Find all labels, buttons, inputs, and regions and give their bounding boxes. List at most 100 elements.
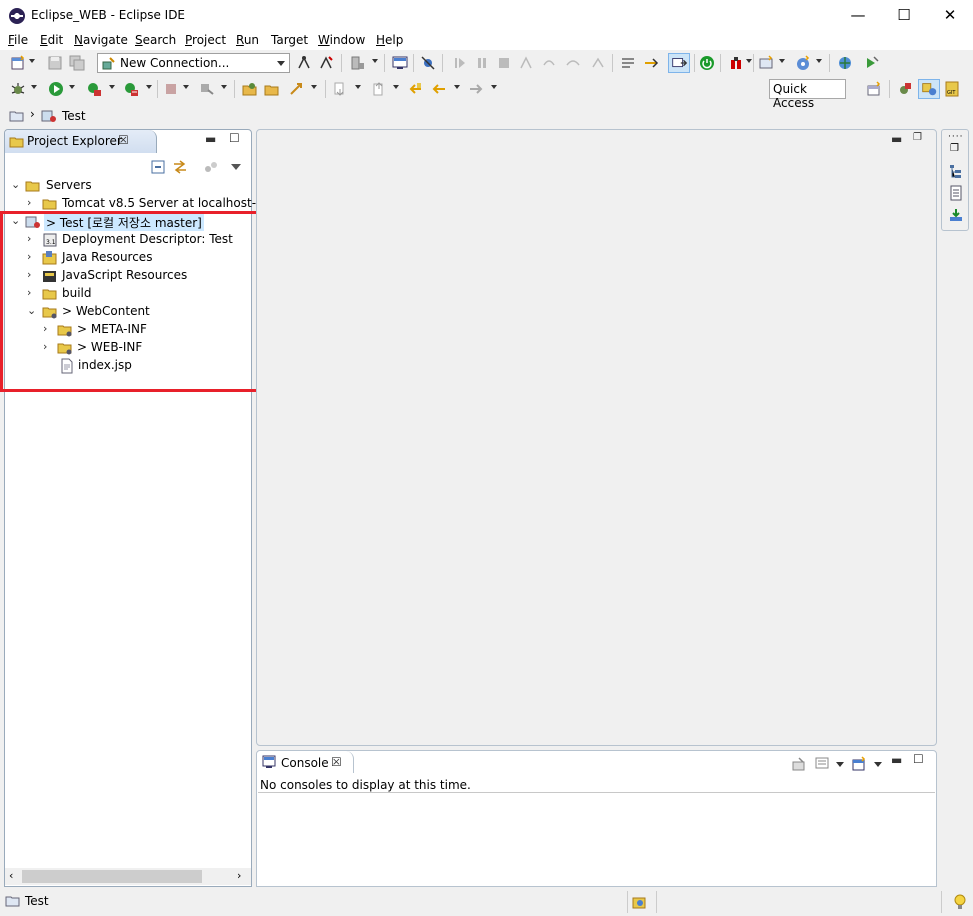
- chevron-down-icon[interactable]: [69, 85, 75, 89]
- drag-handle[interactable]: ····: [948, 132, 963, 142]
- chevron-down-icon[interactable]: [836, 762, 844, 767]
- resume-icon[interactable]: [452, 55, 468, 71]
- globe-icon[interactable]: [837, 55, 853, 71]
- close-icon[interactable]: ☒: [118, 133, 129, 147]
- download-icon[interactable]: [948, 207, 964, 223]
- debug-perspective-icon[interactable]: [896, 81, 912, 97]
- external-tools-icon[interactable]: [199, 81, 215, 97]
- pin-console-icon[interactable]: [791, 756, 807, 772]
- menu-window[interactable]: Window: [318, 33, 365, 47]
- display-console-icon[interactable]: [814, 756, 830, 772]
- launch-icon[interactable]: [288, 81, 304, 97]
- chevron-down-icon[interactable]: [746, 59, 752, 63]
- save-icon[interactable]: [47, 55, 63, 71]
- coverage-icon[interactable]: [123, 81, 139, 97]
- breadcrumb-item[interactable]: Test: [62, 109, 86, 123]
- close-button[interactable]: ✕: [927, 0, 973, 31]
- chevron-down-icon[interactable]: [779, 59, 785, 63]
- minimize-button[interactable]: —: [835, 0, 881, 31]
- open-task-icon[interactable]: [264, 81, 280, 97]
- terminate-icon[interactable]: [496, 55, 512, 71]
- step-return-icon[interactable]: [590, 55, 606, 71]
- chevron-down-icon[interactable]: [355, 85, 361, 89]
- git-staging-icon[interactable]: [632, 894, 648, 910]
- chevron-down-icon[interactable]: [393, 85, 399, 89]
- tree-item-servers[interactable]: ⌄ Servers: [5, 177, 245, 195]
- deploy-icon[interactable]: [350, 55, 366, 71]
- scroll-left-icon[interactable]: ‹: [9, 869, 13, 882]
- chevron-down-icon[interactable]: [491, 85, 497, 89]
- chevron-down-icon[interactable]: [29, 59, 35, 63]
- lightbulb-icon[interactable]: [952, 893, 968, 911]
- open-perspective-icon[interactable]: [866, 81, 882, 97]
- minimize-editor-icon[interactable]: ▬: [891, 132, 902, 146]
- chevron-down-icon[interactable]: [874, 762, 882, 767]
- stop-icon[interactable]: [163, 81, 179, 97]
- project-folder-icon[interactable]: [9, 108, 25, 124]
- outline-icon[interactable]: [948, 163, 964, 179]
- collapse-all-icon[interactable]: [150, 159, 166, 175]
- disconnect-icon[interactable]: [318, 55, 334, 71]
- step-over-icon[interactable]: [565, 55, 581, 71]
- minimize-view-icon[interactable]: ▬: [891, 753, 902, 767]
- horizontal-scrollbar[interactable]: ‹ ›: [5, 868, 251, 885]
- menu-run[interactable]: Run: [236, 33, 259, 47]
- scrollbar-thumb[interactable]: [22, 870, 202, 883]
- chevron-down-icon[interactable]: [31, 85, 37, 89]
- use-step-filters-icon[interactable]: [620, 55, 636, 71]
- chevron-right-icon[interactable]: ›: [27, 196, 37, 209]
- task-list-icon[interactable]: [948, 185, 964, 201]
- project-explorer-tab[interactable]: Project Explorer ☒: [5, 130, 157, 153]
- link-with-editor-icon[interactable]: [172, 159, 188, 175]
- restore-icon[interactable]: ❐: [950, 143, 959, 154]
- connection-combo[interactable]: New Connection...: [97, 53, 290, 73]
- menu-search[interactable]: Search: [135, 33, 176, 47]
- run-external-icon[interactable]: [86, 81, 102, 97]
- connect-icon[interactable]: [296, 55, 312, 71]
- menu-edit[interactable]: Edit: [40, 33, 63, 47]
- project-icon[interactable]: [41, 108, 57, 124]
- power-icon[interactable]: [699, 55, 715, 71]
- chevron-down-icon[interactable]: [372, 59, 378, 63]
- filters-icon[interactable]: [203, 159, 219, 175]
- scroll-right-icon[interactable]: ›: [237, 869, 241, 882]
- java-ee-perspective-icon[interactable]: [918, 79, 940, 99]
- suspend-icon[interactable]: [474, 55, 490, 71]
- chevron-down-icon[interactable]: [816, 59, 822, 63]
- chevron-down-icon[interactable]: [454, 85, 460, 89]
- chevron-down-icon[interactable]: [109, 85, 115, 89]
- chevron-down-icon[interactable]: [146, 85, 152, 89]
- new-file-icon[interactable]: [10, 55, 26, 71]
- link-with-editor-icon[interactable]: [668, 53, 690, 73]
- menu-target[interactable]: Target: [271, 33, 308, 47]
- restore-editor-icon[interactable]: ❐: [913, 132, 922, 143]
- junit-icon[interactable]: [728, 55, 744, 71]
- skip-breakpoints-icon[interactable]: [420, 55, 436, 71]
- quick-access-field[interactable]: Quick Access: [769, 79, 846, 110]
- run-icon[interactable]: [48, 81, 64, 97]
- run-last-tool-icon[interactable]: [864, 55, 880, 71]
- step-into-icon[interactable]: [541, 55, 557, 71]
- new-server-icon[interactable]: [758, 55, 774, 71]
- disconnect-debug-icon[interactable]: [518, 55, 534, 71]
- previous-annotation-icon[interactable]: [371, 81, 387, 97]
- open-console-icon[interactable]: [851, 756, 867, 772]
- back-icon[interactable]: [431, 81, 447, 97]
- minimize-view-icon[interactable]: ▬: [205, 132, 216, 146]
- save-all-icon[interactable]: [69, 55, 85, 71]
- forward-icon[interactable]: [468, 81, 484, 97]
- maximize-view-icon[interactable]: ☐: [913, 752, 924, 766]
- menu-navigate[interactable]: Navigate: [74, 33, 128, 47]
- close-icon[interactable]: ☒: [331, 755, 342, 769]
- new-web-service-icon[interactable]: [795, 55, 811, 71]
- git-perspective-icon[interactable]: GIT: [944, 81, 960, 97]
- menu-help[interactable]: Help: [376, 33, 403, 47]
- drop-to-frame-icon[interactable]: [643, 55, 659, 71]
- console-tab[interactable]: Console ☒: [257, 751, 354, 773]
- chevron-down-icon[interactable]: [183, 85, 189, 89]
- chevron-down-icon[interactable]: [311, 85, 317, 89]
- maximize-button[interactable]: ☐: [881, 0, 927, 31]
- menu-file[interactable]: File: [8, 33, 28, 47]
- chevron-down-icon[interactable]: [221, 85, 227, 89]
- maximize-view-icon[interactable]: ☐: [229, 131, 240, 145]
